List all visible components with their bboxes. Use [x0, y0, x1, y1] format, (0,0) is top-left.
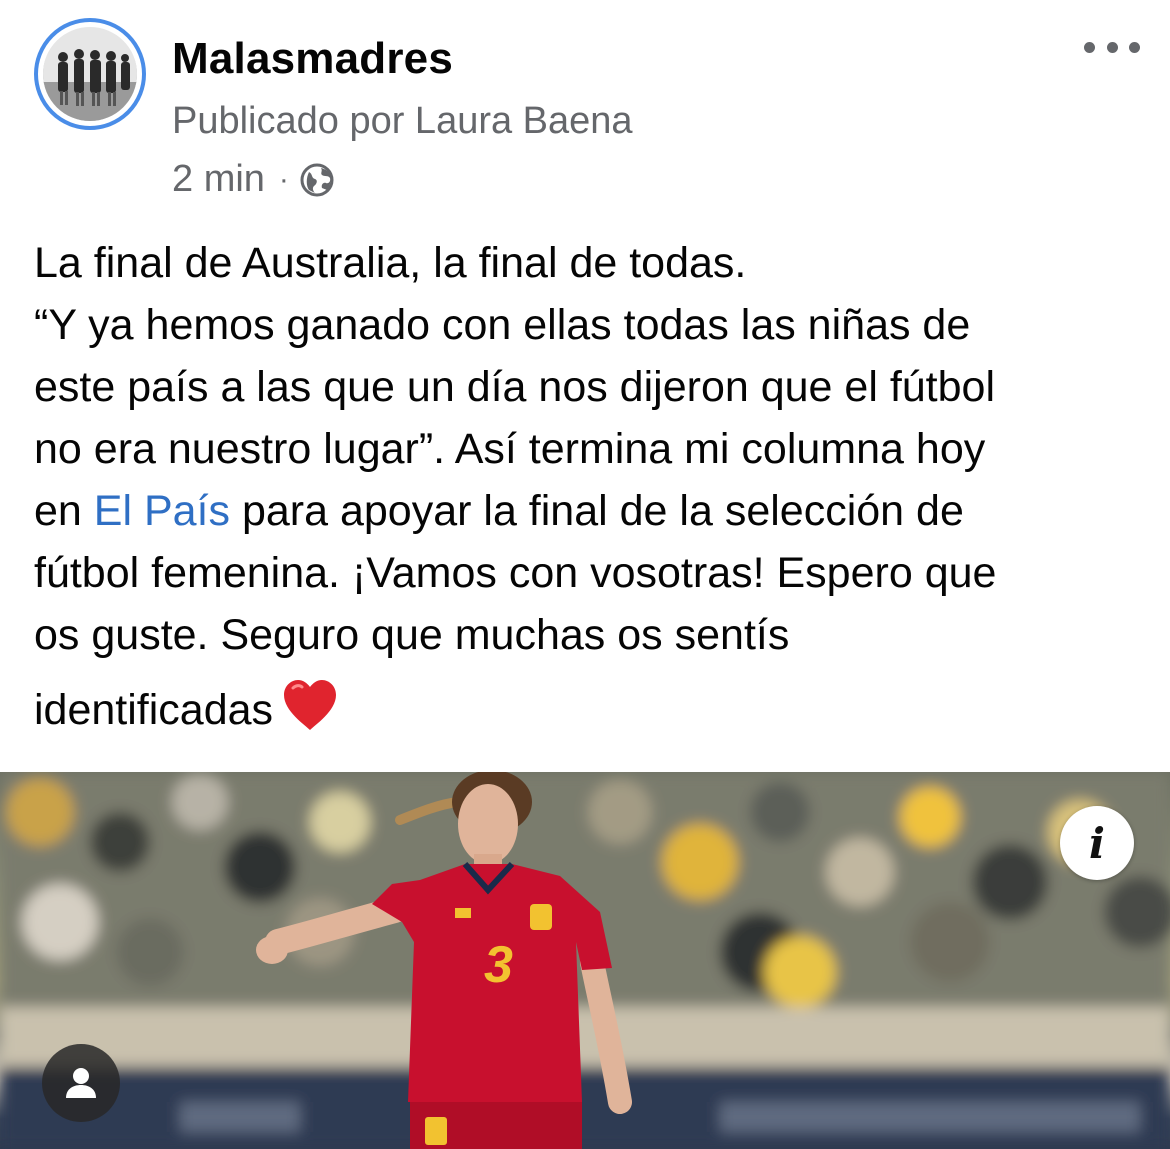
more-dot — [1106, 41, 1118, 53]
text-line: “Y ya hemos ganado con ellas todas las n… — [34, 301, 971, 349]
text-line: en El País para apoyar la final de la se… — [34, 480, 1144, 542]
avatar-photo — [43, 27, 137, 121]
text-fragment: para apoyar la final de la selección de — [230, 487, 964, 535]
post-time[interactable]: 2 min — [172, 158, 265, 201]
jersey-number: 3 — [484, 936, 513, 994]
text-fragment: identificadas — [34, 686, 274, 734]
globe-icon[interactable] — [299, 162, 335, 198]
el-pais-link[interactable]: El País — [94, 487, 230, 535]
text-line: este país a las que un día nos dijeron q… — [34, 363, 996, 411]
post-meta: 2 min · — [172, 158, 335, 201]
footballer-photo: 3 — [0, 772, 1170, 1149]
text-line: La final de Australia, la final de todas… — [34, 239, 747, 287]
person-icon[interactable] — [42, 1044, 120, 1122]
more-dot — [1084, 41, 1095, 53]
page-name[interactable]: Malasmadres — [172, 34, 453, 84]
avatar-women-walking-image — [43, 27, 137, 121]
post-photo[interactable]: 3 — [0, 772, 1170, 1149]
text-line: os guste. Seguro que muchas os sentís — [34, 611, 790, 659]
byline: Publicado por Laura Baena — [172, 100, 633, 142]
facebook-post: Malasmadres Publicado por Laura Baena 2 … — [0, 0, 1170, 1149]
text-fragment: en — [34, 487, 94, 535]
page-avatar[interactable] — [34, 18, 146, 130]
info-icon[interactable]: i — [1060, 806, 1134, 880]
red-heart-emoji — [284, 680, 337, 730]
person-glyph — [66, 1068, 96, 1098]
more-options-icon[interactable] — [1084, 30, 1140, 64]
meta-separator: · — [278, 162, 289, 196]
text-line: no era nuestro lugar”. Así termina mi co… — [34, 425, 986, 473]
post-text: La final de Australia, la final de todas… — [34, 232, 1144, 741]
more-dot — [1129, 41, 1140, 53]
text-line: identificadas — [34, 678, 1144, 741]
text-line: fútbol femenina. ¡Vamos con vosotras! Es… — [34, 549, 997, 597]
